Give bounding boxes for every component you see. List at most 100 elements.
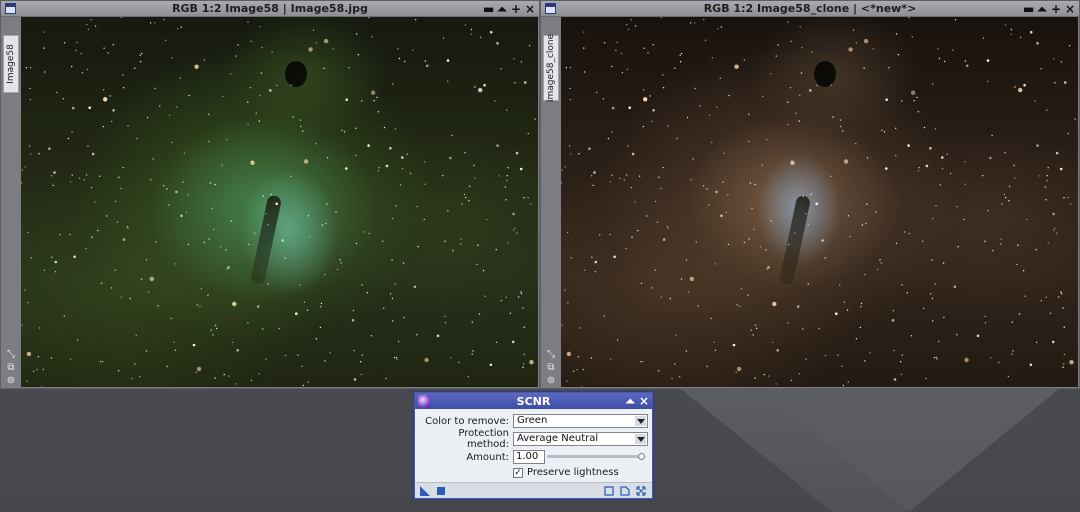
star <box>213 228 215 231</box>
protection-row: Protection method: Average Neutral <box>415 428 652 450</box>
star <box>643 47 645 49</box>
star <box>154 22 156 24</box>
fit-view-icon[interactable]: ⤡ <box>7 349 15 360</box>
star <box>183 152 186 154</box>
image-window-original[interactable]: RGB 1:2 Image58 | Image58.jpg ▬ ⏶ + × Im… <box>0 0 540 389</box>
star <box>468 200 470 202</box>
star <box>377 111 380 113</box>
star <box>1010 28 1013 31</box>
star <box>395 205 397 207</box>
mask-icon[interactable]: ⊚ <box>7 375 15 386</box>
window-icon[interactable] <box>545 3 556 14</box>
nebula-pillar <box>779 194 812 286</box>
close-icon[interactable]: × <box>525 1 535 17</box>
clone-view-icon[interactable]: ⧉ <box>7 362 14 373</box>
star <box>864 273 866 276</box>
preserve-lightness-checkbox[interactable]: ✓ <box>513 468 523 478</box>
view-id-tab[interactable]: Image58 <box>3 35 19 93</box>
image-window-clone[interactable]: RGB 1:2 Image58_clone | <*new*> ▬ ⏶ + × … <box>540 0 1080 389</box>
reset-icon[interactable] <box>620 486 630 496</box>
star <box>302 130 304 132</box>
star <box>656 221 659 223</box>
star <box>991 134 993 137</box>
star <box>496 341 498 343</box>
image-canvas-clone[interactable] <box>561 17 1078 387</box>
star <box>236 349 239 352</box>
slider-handle[interactable] <box>638 453 645 460</box>
star <box>505 199 507 201</box>
maximize-icon[interactable]: + <box>511 1 521 17</box>
star <box>506 179 508 182</box>
star <box>835 312 838 316</box>
dialog-titlebar[interactable]: SCNR ⏶ × <box>415 393 652 409</box>
star <box>262 195 264 197</box>
star <box>514 82 516 84</box>
star <box>512 212 515 216</box>
star <box>297 354 299 356</box>
amount-slider[interactable] <box>547 453 645 460</box>
protection-value: Average Neutral <box>517 433 599 444</box>
star <box>897 54 900 56</box>
minimize-icon[interactable]: ▬ <box>483 1 494 17</box>
minimize-icon[interactable]: ▬ <box>1023 1 1034 17</box>
shade-icon[interactable]: ⏶ <box>497 1 507 17</box>
mask-icon[interactable]: ⊚ <box>547 375 555 386</box>
star <box>787 123 789 126</box>
star <box>725 211 728 214</box>
star <box>398 57 401 60</box>
chevron-down-icon[interactable] <box>635 434 646 444</box>
preview-icon[interactable] <box>604 486 614 496</box>
star <box>166 188 168 190</box>
star <box>192 343 196 347</box>
window-icon[interactable] <box>5 3 16 14</box>
star <box>639 361 642 363</box>
expand-icon[interactable] <box>636 486 646 496</box>
star <box>964 357 969 363</box>
chevron-down-icon[interactable] <box>635 416 646 426</box>
star <box>599 234 601 236</box>
new-instance-icon[interactable] <box>420 486 430 496</box>
scnr-dialog[interactable]: SCNR ⏶ × Color to remove: Green Protecti… <box>414 392 653 499</box>
star <box>956 334 958 336</box>
star <box>373 100 375 102</box>
star <box>25 67 28 69</box>
star <box>176 106 178 108</box>
star <box>450 357 452 359</box>
process-icon[interactable] <box>418 395 430 407</box>
protection-method-select[interactable]: Average Neutral <box>513 432 648 446</box>
star <box>59 234 61 236</box>
star <box>335 211 337 213</box>
amount-input[interactable]: 1.00 <box>513 450 545 464</box>
close-icon[interactable]: × <box>639 394 649 408</box>
star <box>941 168 944 170</box>
view-id-tab[interactable]: Image58_clone <box>543 34 559 102</box>
star <box>329 352 331 354</box>
star <box>496 42 499 45</box>
star <box>424 161 426 163</box>
star <box>94 201 96 203</box>
star <box>932 320 934 322</box>
shade-icon[interactable]: ⏶ <box>625 394 635 409</box>
color-to-remove-select[interactable]: Green <box>513 414 648 428</box>
star <box>1011 321 1013 323</box>
star <box>523 197 525 199</box>
image-canvas-original[interactable] <box>21 17 538 387</box>
maximize-icon[interactable]: + <box>1051 1 1061 17</box>
clone-view-icon[interactable]: ⧉ <box>547 362 554 373</box>
close-icon[interactable]: × <box>1065 1 1075 17</box>
window-titlebar[interactable]: RGB 1:2 Image58 | Image58.jpg ▬ ⏶ + × <box>1 1 539 17</box>
star <box>767 266 770 269</box>
window-titlebar[interactable]: RGB 1:2 Image58_clone | <*new*> ▬ ⏶ + × <box>541 1 1079 17</box>
fit-view-icon[interactable]: ⤡ <box>547 349 555 360</box>
shade-icon[interactable]: ⏶ <box>1037 1 1047 17</box>
star <box>1047 167 1049 169</box>
star <box>527 132 529 135</box>
star <box>208 140 210 143</box>
star <box>660 296 663 298</box>
star <box>383 307 385 309</box>
star <box>652 44 654 46</box>
apply-global-icon[interactable] <box>436 486 446 496</box>
star <box>596 91 598 94</box>
star <box>863 67 865 69</box>
star <box>1059 167 1063 171</box>
